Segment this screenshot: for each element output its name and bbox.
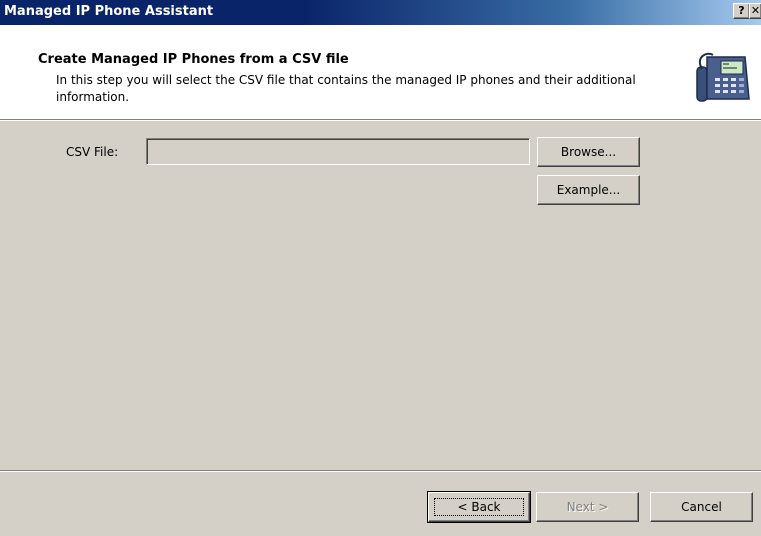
- wizard-header: Create Managed IP Phones from a CSV file…: [0, 25, 761, 119]
- header-separator: [0, 119, 761, 121]
- csv-file-label: CSV File:: [66, 145, 119, 159]
- example-button[interactable]: Example...: [537, 175, 640, 205]
- csv-file-input[interactable]: [146, 138, 530, 165]
- browse-button[interactable]: Browse...: [537, 137, 640, 167]
- title-bar: Managed IP Phone Assistant ? ✕: [0, 0, 761, 25]
- close-button[interactable]: ✕: [749, 3, 761, 19]
- cancel-button[interactable]: Cancel: [650, 492, 753, 522]
- footer-separator: [0, 470, 761, 472]
- window-title: Managed IP Phone Assistant: [4, 4, 214, 19]
- step-title: Create Managed IP Phones from a CSV file: [38, 52, 349, 67]
- help-button[interactable]: ?: [733, 3, 750, 19]
- back-button-label: < Back: [434, 497, 524, 516]
- next-button[interactable]: Next >: [536, 492, 639, 522]
- ip-phone-icon: [696, 52, 750, 102]
- step-description: In this step you will select the CSV fil…: [56, 73, 636, 104]
- back-button[interactable]: < Back: [427, 491, 531, 523]
